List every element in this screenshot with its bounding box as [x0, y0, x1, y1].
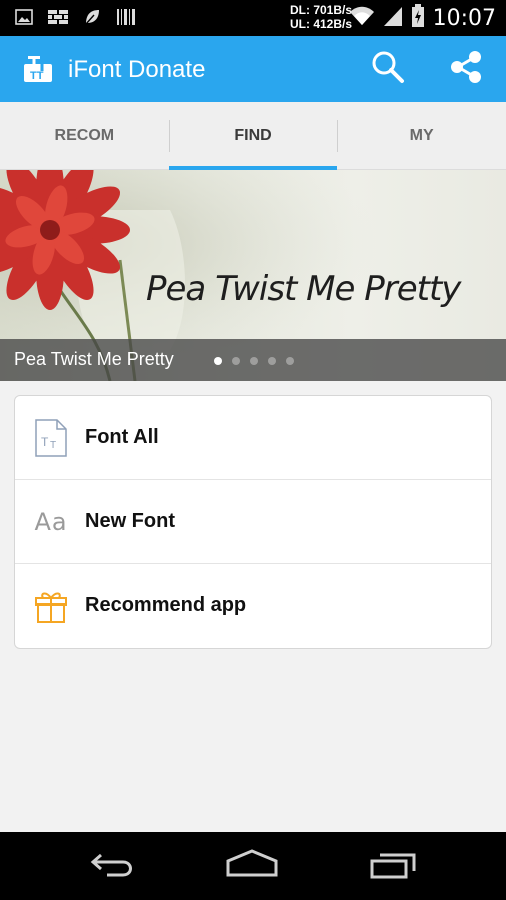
menu-item-new-font[interactable]: Aa New Font — [15, 480, 491, 564]
menu-item-recommend-app[interactable]: Recommend app — [15, 564, 491, 648]
wall-icon — [48, 8, 68, 26]
battery-charging-icon — [411, 4, 425, 33]
back-button[interactable] — [82, 848, 142, 884]
tab-recom[interactable]: RECOM — [0, 102, 169, 169]
carousel-dot[interactable] — [268, 357, 276, 365]
search-icon — [371, 50, 405, 89]
carousel-indicator — [214, 357, 294, 365]
wifi-icon — [349, 5, 375, 32]
status-bar: DL: 701B/s UL: 412B/s 10:07 — [0, 0, 506, 36]
download-speed: DL: 701B/s — [290, 3, 353, 17]
featured-banner[interactable]: Pea Twist Me Pretty Pea Twist Me Pretty — [0, 170, 506, 381]
font-file-icon: TT — [33, 419, 69, 457]
menu-item-label: Recommend app — [85, 594, 247, 616]
menu-item-font-all[interactable]: TT Font All — [15, 396, 491, 480]
share-button[interactable] — [446, 49, 486, 89]
barcode-icon — [116, 8, 136, 26]
recent-apps-button[interactable] — [364, 848, 424, 884]
svg-text:TT: TT — [30, 70, 44, 82]
upload-speed: UL: 412B/s — [290, 17, 353, 31]
svg-text:T: T — [41, 435, 49, 449]
search-button[interactable] — [368, 49, 408, 89]
find-menu: TT Font All Aa New Font Recommend app — [14, 395, 492, 649]
system-icons: 10:07 — [349, 4, 496, 33]
carousel-dot[interactable] — [250, 357, 258, 365]
carousel-dot[interactable] — [286, 357, 294, 365]
svg-text:T: T — [50, 440, 56, 451]
leaf-icon — [82, 8, 102, 26]
notification-icons — [14, 8, 136, 26]
ifont-logo-icon: TT — [22, 54, 54, 84]
gallery-icon — [14, 8, 34, 26]
banner-caption: Pea Twist Me Pretty — [14, 349, 174, 369]
carousel-dot[interactable] — [214, 357, 222, 365]
banner-script-text: Pea Twist Me Pretty — [146, 269, 462, 309]
signal-icon — [383, 5, 403, 32]
tab-bar: RECOM FIND MY — [0, 102, 506, 170]
menu-item-label: Font All — [85, 426, 159, 448]
carousel-dot[interactable] — [232, 357, 240, 365]
banner-caption-bar: Pea Twist Me Pretty — [0, 339, 506, 381]
network-speed: DL: 701B/s UL: 412B/s — [290, 3, 352, 31]
home-icon — [224, 848, 280, 884]
aa-icon: Aa — [34, 508, 68, 536]
gift-icon — [33, 588, 69, 624]
home-button[interactable] — [222, 848, 282, 884]
clock: 10:07 — [432, 6, 496, 31]
system-nav-bar — [0, 832, 506, 900]
share-icon — [449, 50, 483, 89]
back-icon — [87, 849, 137, 884]
recent-apps-icon — [368, 849, 420, 884]
tab-find[interactable]: FIND — [168, 102, 338, 170]
app-title: iFont Donate — [68, 56, 206, 83]
tab-my[interactable]: MY — [337, 102, 506, 169]
app-bar: TT iFont Donate — [0, 36, 506, 102]
menu-item-label: New Font — [85, 510, 175, 532]
